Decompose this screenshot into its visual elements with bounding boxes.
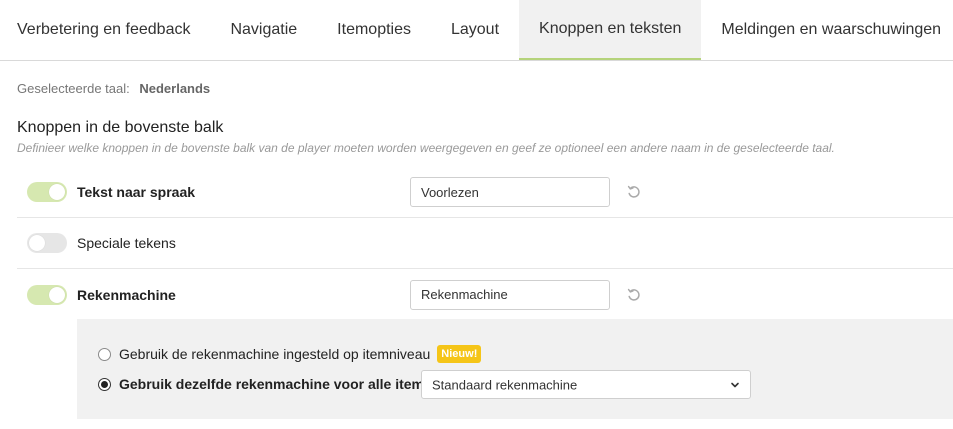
rekenmachine-toggle[interactable] xyxy=(27,284,67,305)
new-badge: Nieuw! xyxy=(437,345,482,363)
button-row-rekenmachine: Rekenmachine xyxy=(17,269,953,320)
speciale-tekens-label: Speciale tekens xyxy=(77,235,176,251)
settings-tabbar: Verbetering en feedback Navigatie Itemop… xyxy=(0,0,953,61)
rekenmachine-label: Rekenmachine xyxy=(77,286,176,303)
rekenmachine-name-input[interactable] xyxy=(410,279,610,310)
selected-language: Geselecteerde taal: Nederlands xyxy=(17,81,210,96)
reset-icon[interactable] xyxy=(626,287,642,303)
option-all-items-label: Gebruik dezelfde rekenmachine voor alle … xyxy=(119,376,432,392)
speciale-tekens-toggle[interactable] xyxy=(27,233,67,253)
calculator-select-value: Standaard rekenmachine xyxy=(432,377,578,392)
option-all-items-radio[interactable] xyxy=(98,377,111,391)
tekst-naar-spraak-label: Tekst naar spraak xyxy=(77,184,196,200)
tab-knoppen-en-teksten[interactable]: Knoppen en teksten xyxy=(519,0,702,60)
tab-navigatie[interactable]: Navigatie xyxy=(210,0,317,60)
selected-language-label: Geselecteerde taal: xyxy=(17,81,130,96)
section-title: Knoppen in de bovenste balk xyxy=(17,119,224,136)
button-row-tekst-naar-spraak: Tekst naar spraak xyxy=(17,167,953,218)
section-description: Definieer welke knoppen in de bovenste b… xyxy=(17,141,835,155)
tab-verbetering-en-feedback[interactable]: Verbetering en feedback xyxy=(0,0,210,60)
tab-meldingen-en-waarschuwingen[interactable]: Meldingen en waarschuwingen xyxy=(701,0,953,60)
tekst-naar-spraak-toggle[interactable] xyxy=(27,182,67,202)
tab-layout[interactable]: Layout xyxy=(431,0,519,60)
selected-language-value: Nederlands xyxy=(139,81,211,96)
calculator-options-panel: Gebruik de rekenmachine ingesteld op ite… xyxy=(77,319,953,419)
toggle-knob xyxy=(29,235,45,251)
option-item-level-label: Gebruik de rekenmachine ingesteld op ite… xyxy=(119,346,431,362)
calculator-select[interactable]: Standaard rekenmachine xyxy=(421,370,751,399)
toggle-knob xyxy=(49,286,65,303)
option-item-level[interactable]: Gebruik de rekenmachine ingesteld op ite… xyxy=(98,345,482,363)
toggle-knob xyxy=(49,184,65,200)
button-row-speciale-tekens: Speciale tekens xyxy=(17,218,953,269)
chevron-down-icon xyxy=(731,382,739,387)
tekst-naar-spraak-name-input[interactable] xyxy=(410,177,610,207)
option-all-items[interactable]: Gebruik dezelfde rekenmachine voor alle … xyxy=(98,376,432,392)
option-item-level-radio[interactable] xyxy=(98,347,111,361)
reset-icon[interactable] xyxy=(626,184,642,200)
tab-itemopties[interactable]: Itemopties xyxy=(317,0,431,60)
